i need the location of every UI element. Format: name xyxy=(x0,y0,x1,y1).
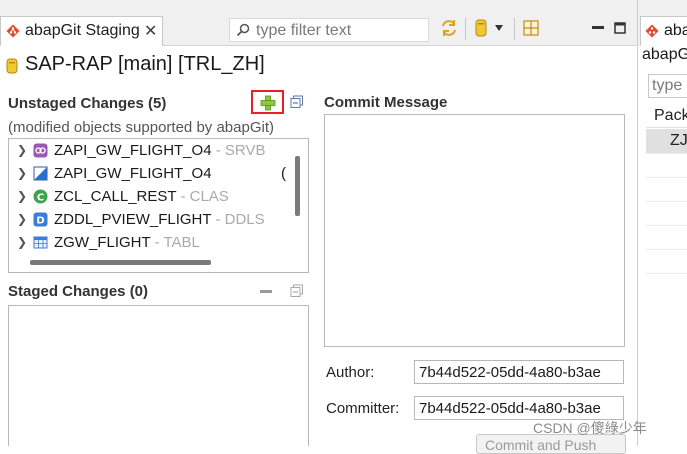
table-icon xyxy=(33,236,48,249)
collapse-all-icon[interactable] xyxy=(290,284,304,298)
repository-icon[interactable] xyxy=(474,18,488,38)
author-field[interactable]: 7b44d522-05dd-4a80-b3ae xyxy=(414,360,624,384)
class-icon: C xyxy=(33,189,48,204)
filter-field[interactable] xyxy=(229,18,429,42)
committer-field[interactable]: 7b44d522-05dd-4a80-b3ae xyxy=(414,396,624,420)
tab-label: abapGit Staging xyxy=(25,22,140,39)
abapgit-icon xyxy=(645,24,659,38)
chevron-right-icon[interactable]: ❯ xyxy=(17,143,27,157)
committer-label: Committer: xyxy=(326,400,400,417)
column-header-label: Pack xyxy=(654,107,687,124)
object-name: ZAPI_GW_FLIGHT_O4 xyxy=(54,165,212,182)
staged-title: Staged Changes (0) xyxy=(8,283,149,300)
object-name: ZGW_FLIGHT xyxy=(54,234,151,251)
object-type-separator: - xyxy=(150,234,164,251)
add-icon xyxy=(260,95,276,111)
unstaged-subtitle: (modified objects supported by abapGit) xyxy=(8,119,274,136)
chevron-right-icon[interactable]: ❯ xyxy=(17,189,27,203)
object-type: DDLS xyxy=(224,211,265,228)
right-filter-placeholder: type xyxy=(652,77,683,94)
staged-tree[interactable] xyxy=(8,305,309,446)
object-type-separator: - xyxy=(211,142,225,159)
close-icon[interactable]: ✕ xyxy=(144,21,157,41)
row-value: ZJA xyxy=(670,132,687,149)
object-type-separator: - xyxy=(211,211,225,228)
remove-from-staged-icon[interactable] xyxy=(260,290,272,293)
toolbar-separator xyxy=(514,18,515,40)
right-side-view: aba abapG type Pack ZJA xyxy=(637,0,687,446)
filter-input[interactable] xyxy=(254,21,424,40)
tree-item[interactable]: ❯ D ZDDL_PVIEW_FLIGHT - DDLS xyxy=(9,209,308,231)
row-divider xyxy=(646,201,687,202)
tree-item[interactable]: ❯ ZAPI_GW_FLIGHT_O4 - SRVB xyxy=(9,140,308,162)
table-icon[interactable] xyxy=(522,18,540,38)
column-header[interactable]: Pack xyxy=(646,104,687,128)
author-label: Author: xyxy=(326,364,375,381)
abapgit-icon xyxy=(6,24,20,38)
table-row[interactable]: ZJA xyxy=(646,129,687,153)
chevron-right-icon[interactable]: ❯ xyxy=(17,212,27,226)
object-type: SRVB xyxy=(224,142,266,159)
svg-text:C: C xyxy=(37,192,44,203)
search-icon xyxy=(236,23,250,37)
sync-icon[interactable] xyxy=(439,18,459,38)
svg-text:D: D xyxy=(36,216,44,227)
object-name: ZCL_CALL_REST xyxy=(54,188,177,205)
row-divider xyxy=(646,249,687,250)
object-type-separator: - xyxy=(176,188,190,205)
service-binding-icon xyxy=(33,143,48,158)
ddl-source-icon: D xyxy=(33,212,48,227)
unstaged-title: Unstaged Changes (5) xyxy=(8,95,167,112)
commit-message-input[interactable] xyxy=(324,114,625,347)
row-divider xyxy=(646,273,687,274)
tab-label: aba xyxy=(664,22,687,39)
add-to-staged-button[interactable] xyxy=(251,90,284,114)
tree-item[interactable]: ❯ ZAPI_GW_FLIGHT_O4 ( xyxy=(9,163,308,185)
tree-item[interactable]: ❯ ZGW_FLIGHT - TABL xyxy=(9,232,308,254)
tab-abapgit-staging[interactable]: abapGit Staging ✕ xyxy=(0,16,163,46)
clipped-text: ( xyxy=(281,165,286,182)
chevron-right-icon[interactable]: ❯ xyxy=(17,235,27,249)
collapse-all-icon[interactable] xyxy=(290,95,304,109)
commit-and-push-label: Commit and Push xyxy=(485,437,597,453)
chevron-right-icon[interactable]: ❯ xyxy=(17,166,27,180)
right-view-title: abapG xyxy=(642,46,687,63)
toolbar-separator xyxy=(465,18,466,40)
object-name: ZAPI_GW_FLIGHT_O4 xyxy=(54,142,212,159)
service-definition-icon xyxy=(33,166,48,181)
row-divider xyxy=(646,225,687,226)
tab-repositories[interactable]: aba xyxy=(640,16,687,46)
vertical-scrollbar[interactable] xyxy=(295,156,300,216)
row-divider xyxy=(646,177,687,178)
commit-message-title: Commit Message xyxy=(324,94,448,111)
right-filter-field[interactable]: type xyxy=(648,74,687,98)
object-name: ZDDL_PVIEW_FLIGHT xyxy=(54,211,212,228)
tree-item[interactable]: ❯ C ZCL_CALL_REST - CLAS xyxy=(9,186,308,208)
object-type: CLAS xyxy=(189,188,229,205)
repository-title: SAP-RAP [main] [TRL_ZH] xyxy=(25,53,265,75)
repository-icon xyxy=(6,58,18,74)
minimize-icon[interactable] xyxy=(590,18,606,38)
maximize-icon[interactable] xyxy=(612,18,628,38)
dropdown-icon[interactable] xyxy=(492,18,506,38)
object-type: TABL xyxy=(163,234,200,251)
row-divider xyxy=(646,153,687,154)
unstaged-tree[interactable]: ❯ ZAPI_GW_FLIGHT_O4 - SRVB ❯ ZAPI_GW_FLI… xyxy=(8,138,309,273)
watermark: CSDN @傻綠少年 xyxy=(533,420,647,436)
horizontal-scrollbar[interactable] xyxy=(30,260,211,265)
